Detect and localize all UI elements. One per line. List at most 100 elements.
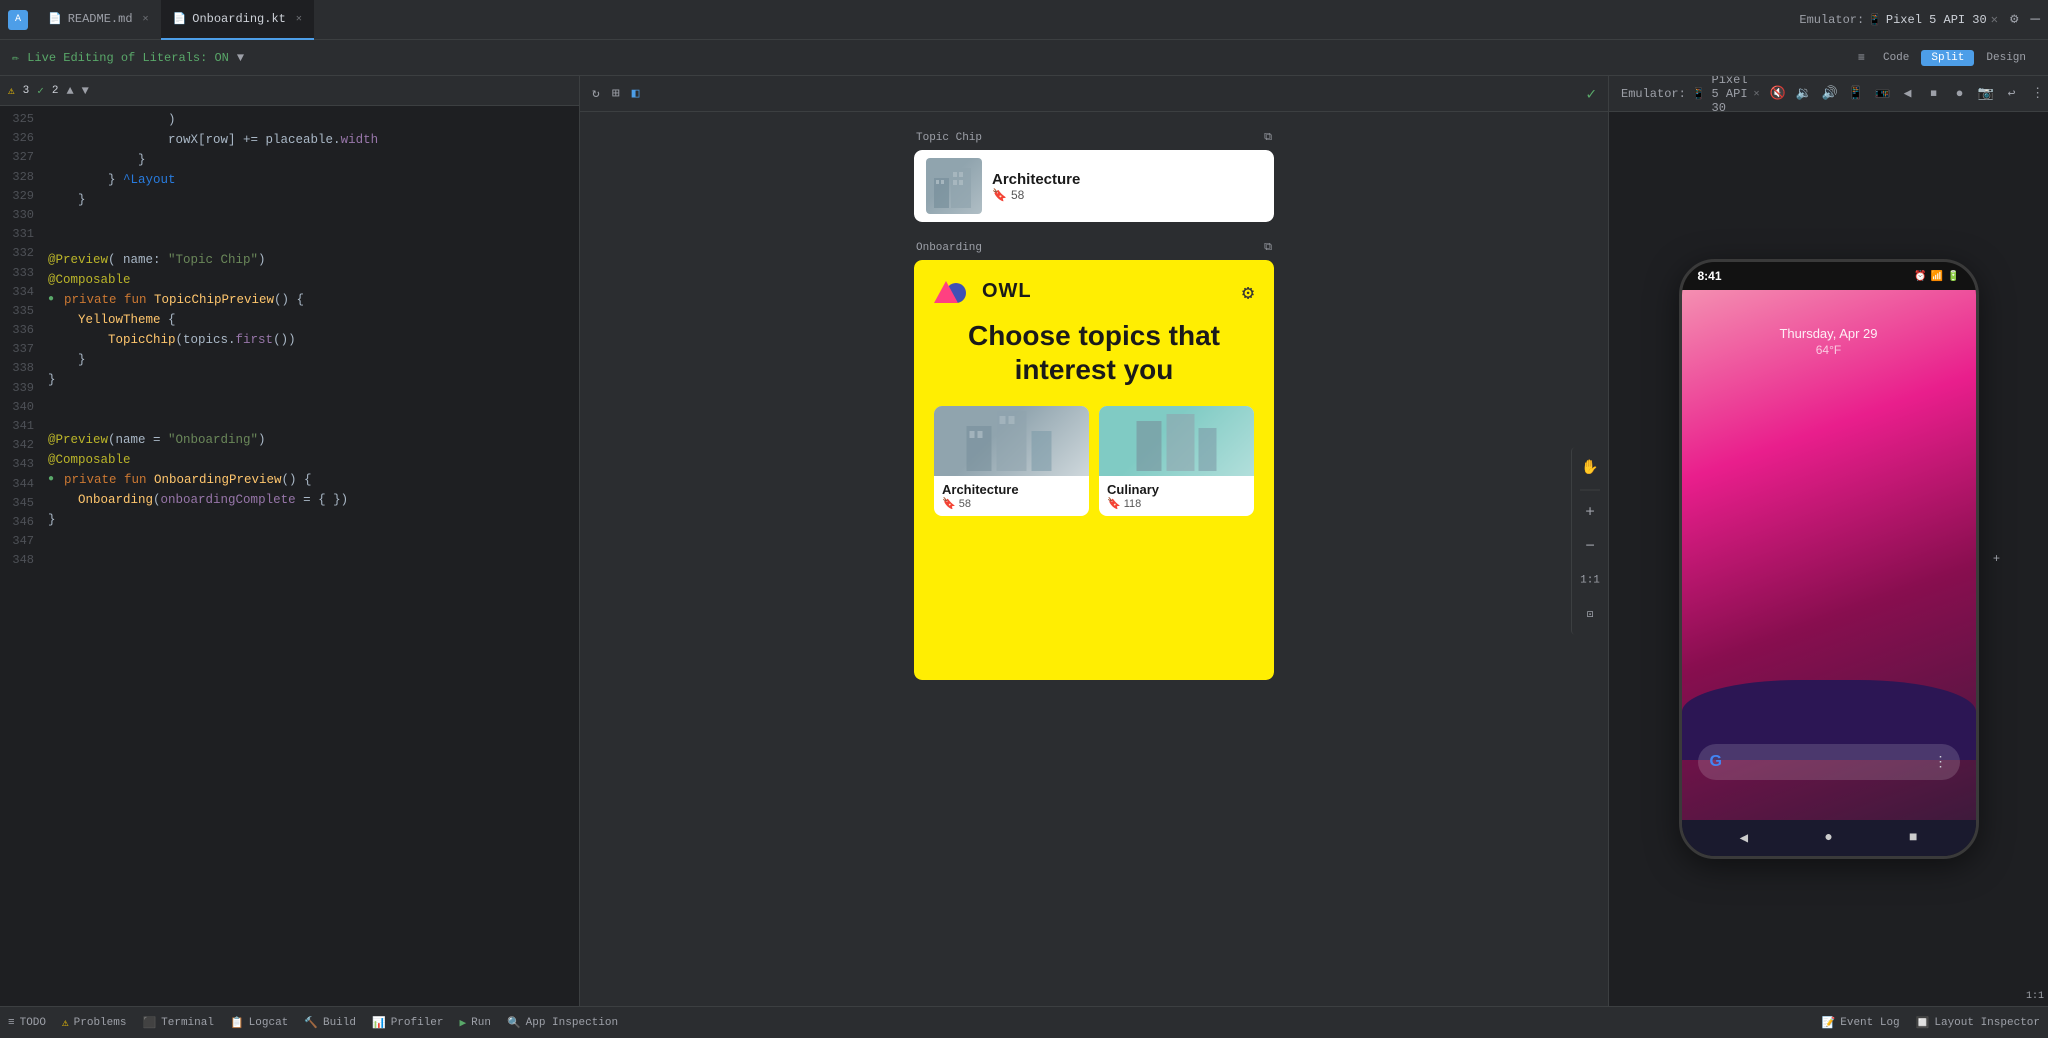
app-inspection-item[interactable]: 🔍 App Inspection xyxy=(507,1016,618,1030)
phone-signal-icon: 📶 xyxy=(1931,271,1943,282)
live-edit-dropdown[interactable]: ▼ xyxy=(237,51,244,65)
phone-home-btn[interactable]: ● xyxy=(1824,830,1832,846)
readme-tab-label: README.md xyxy=(68,12,133,26)
build-item[interactable]: 🔨 Build xyxy=(304,1016,356,1030)
phone-back-btn[interactable]: ◀ xyxy=(1740,830,1748,847)
emulator-phone-icon: 📱 xyxy=(1692,87,1706,101)
em-volume-up[interactable]: 🔊 xyxy=(1820,84,1840,104)
problems-item[interactable]: ⚠ Problems xyxy=(62,1016,126,1030)
gutter-icon-334[interactable]: ● xyxy=(48,292,64,308)
em-rewind[interactable]: ↩ xyxy=(2002,84,2022,104)
cul-count-value: 118 xyxy=(1124,498,1142,510)
em-volume-down[interactable]: 🔉 xyxy=(1794,84,1814,104)
device-close[interactable]: ✕ xyxy=(1991,12,1998,27)
collapse-up[interactable]: ▲ xyxy=(66,84,73,98)
emulator-device-close[interactable]: ✕ xyxy=(1754,88,1760,100)
em-screenshot[interactable]: 📷 xyxy=(1976,84,1996,104)
onboarding-title: Choose topics that interest you xyxy=(934,319,1254,386)
gutter-icon-343[interactable]: ● xyxy=(48,472,64,488)
em-rotate-landscape[interactable]: 📱 xyxy=(1872,84,1892,104)
em-more[interactable]: ⋮ xyxy=(2028,84,2048,104)
grid-layout-btn[interactable]: ⊞ xyxy=(612,86,620,101)
em-rotate-portrait[interactable]: 📱 xyxy=(1846,84,1866,104)
topic-chip-info: Architecture 🔖 58 xyxy=(992,171,1262,202)
topic-card-arch-info: Architecture 🔖 58 xyxy=(934,476,1089,516)
menu-icon: ≡ xyxy=(1858,51,1865,65)
em-stop[interactable]: ⏹ xyxy=(1924,84,1944,104)
bookmark-icon-arch: 🔖 xyxy=(942,497,956,510)
topic-card-cul-info: Culinary 🔖 118 xyxy=(1099,476,1254,516)
run-label: Run xyxy=(471,1017,491,1029)
logcat-item[interactable]: 📋 Logcat xyxy=(230,1016,288,1030)
onboarding-tab-close[interactable]: ✕ xyxy=(296,13,302,25)
collapse-down[interactable]: ▼ xyxy=(82,84,89,98)
live-edit-bar: ✏ Live Editing of Literals: ON ▼ ≡ Code … xyxy=(0,40,2048,76)
reset-zoom-btn[interactable]: 1:1 xyxy=(1576,567,1604,595)
code-line-347 xyxy=(48,550,571,570)
logcat-icon: 📋 xyxy=(230,1016,244,1030)
layers-btn[interactable]: ◧ xyxy=(632,86,640,101)
minimize-icon[interactable]: ─ xyxy=(2030,11,2040,29)
code-line-333: @Composable xyxy=(48,270,571,290)
em-sound-off[interactable]: 🔇 xyxy=(1768,84,1788,104)
design-view-btn[interactable]: Design xyxy=(1976,50,2036,66)
topic-card-arch-count: 🔖 58 xyxy=(942,497,1081,510)
phone-screen[interactable]: Thursday, Apr 29 64°F 💬 ⬤ xyxy=(1682,290,1976,820)
emulator-add-btn[interactable]: + xyxy=(1987,549,2007,569)
code-view-btn[interactable]: Code xyxy=(1873,50,1919,66)
live-edit-label: Live Editing of Literals: ON xyxy=(27,51,229,65)
onboarding-gear-icon[interactable]: ⚙ xyxy=(1242,280,1254,306)
terminal-item[interactable]: ⬛ Terminal xyxy=(142,1016,214,1030)
readme-tab-close[interactable]: ✕ xyxy=(143,13,149,25)
todo-label: TODO xyxy=(20,1017,46,1029)
onboarding-copy-btn[interactable]: ⧉ xyxy=(1264,242,1272,254)
code-line-343: ● private fun OnboardingPreview() { xyxy=(48,470,571,490)
editor-toolbar: ⚠ 3 ✓ 2 ▲ ▼ xyxy=(0,76,579,106)
layout-inspector-item[interactable]: 🔲 Layout Inspector xyxy=(1916,1016,2040,1030)
topics-grid: Architecture 🔖 58 xyxy=(934,406,1254,516)
code-line-335: YellowTheme { xyxy=(48,310,571,330)
phone-time: 8:41 xyxy=(1698,269,1722,283)
settings-icon[interactable]: ⚙ xyxy=(2010,11,2018,28)
preview-side-toolbar: ✋ + − 1:1 ⊡ xyxy=(1571,448,1608,635)
split-view-btn[interactable]: Split xyxy=(1921,50,1974,66)
bottom-bar: ≡ TODO ⚠ Problems ⬛ Terminal 📋 Logcat 🔨 … xyxy=(0,1006,2048,1038)
emulator-toolbar: Emulator: 📱 Pixel 5 API 30 ✕ 🔇 🔉 🔊 📱 📱 ◀… xyxy=(1609,76,2048,112)
arch-count-value: 58 xyxy=(959,498,971,510)
terminal-icon: ⬛ xyxy=(142,1016,156,1030)
onboarding-section-label: Onboarding xyxy=(916,242,982,254)
tab-readme[interactable]: 📄 README.md ✕ xyxy=(36,0,161,40)
run-item[interactable]: ▶ Run xyxy=(460,1016,491,1030)
phone-date: Thursday, Apr 29 64°F xyxy=(1779,326,1877,357)
em-record[interactable]: ● xyxy=(1950,84,1970,104)
emulator-wrapper: 8:41 ⏰ 📶 🔋 Thursday, Apr 29 64°F xyxy=(1679,259,1979,859)
phone-nav-bar: ◀ ● ■ xyxy=(1682,820,1976,856)
owl-logo-text: OWL xyxy=(982,280,1032,303)
arch-building-svg xyxy=(934,406,1089,476)
hand-tool-btn[interactable]: ✋ xyxy=(1576,454,1604,482)
logcat-label: Logcat xyxy=(249,1017,289,1029)
zoom-in-btn[interactable]: + xyxy=(1576,499,1604,527)
onboarding-file-icon: 📄 xyxy=(173,12,187,26)
fit-screen-btn[interactable]: ⊡ xyxy=(1576,601,1604,629)
onboarding-tab-label: Onboarding.kt xyxy=(192,12,286,26)
code-area[interactable]: ) rowX[row] += placeable.width } } ^Layo… xyxy=(40,106,579,1006)
cul-building-svg xyxy=(1099,406,1254,476)
bookmark-icon-cul: 🔖 xyxy=(1107,497,1121,510)
emulator-device-name: Pixel 5 API 30 xyxy=(1712,76,1748,115)
tab-onboarding[interactable]: 📄 Onboarding.kt ✕ xyxy=(161,0,314,40)
layout-inspector-icon: 🔲 xyxy=(1916,1016,1930,1030)
phone-recents-btn[interactable]: ■ xyxy=(1909,830,1917,846)
phone-search-bar[interactable]: G ⋮ xyxy=(1698,744,1960,780)
refresh-preview-btn[interactable]: ↻ xyxy=(592,86,600,101)
profiler-item[interactable]: 📊 Profiler xyxy=(372,1016,444,1030)
topic-chip-name: Architecture xyxy=(992,171,1262,188)
code-line-330 xyxy=(48,210,571,230)
topic-card-cul-count: 🔖 118 xyxy=(1107,497,1246,510)
terminal-label: Terminal xyxy=(161,1017,214,1029)
todo-item[interactable]: ≡ TODO xyxy=(8,1017,46,1029)
zoom-out-btn[interactable]: − xyxy=(1576,533,1604,561)
em-prev[interactable]: ◀ xyxy=(1898,84,1918,104)
event-log-item[interactable]: 📝 Event Log xyxy=(1822,1016,1900,1030)
topic-chip-copy-btn[interactable]: ⧉ xyxy=(1264,132,1272,144)
